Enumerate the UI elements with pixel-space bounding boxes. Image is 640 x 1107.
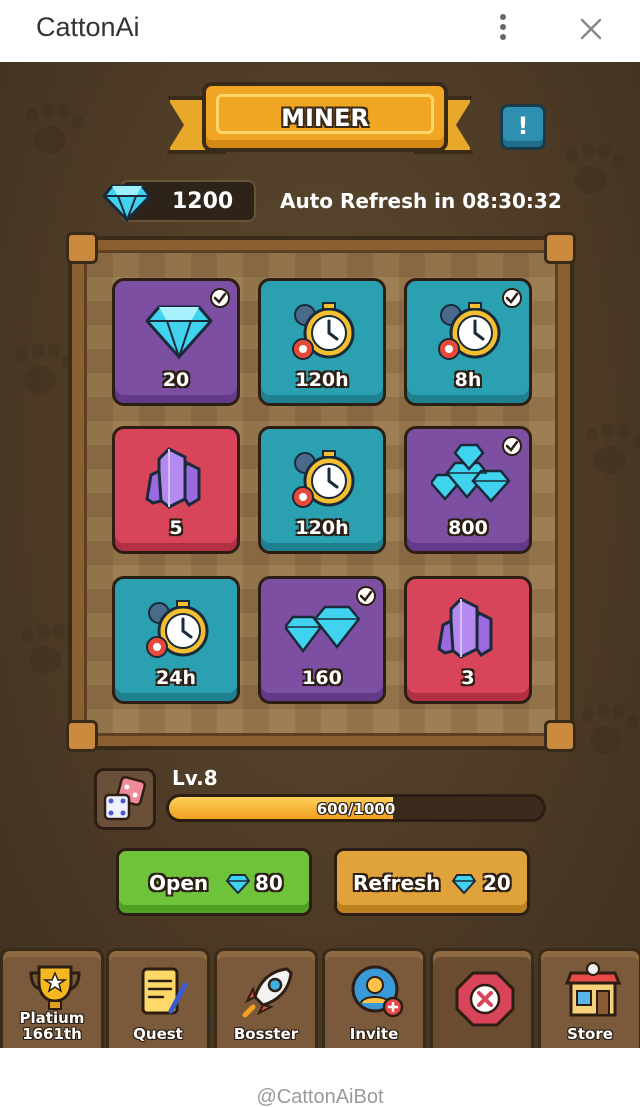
reward-label: 120h xyxy=(295,369,349,391)
reward-cell[interactable]: 120h xyxy=(258,278,386,406)
diamond-pair-icon xyxy=(285,605,361,654)
nav-close[interactable] xyxy=(430,948,534,1048)
reward-cell[interactable]: 24h xyxy=(112,576,240,704)
auto-refresh-timer: Auto Refresh in 08:30:32 xyxy=(280,189,562,213)
title-banner: MINER xyxy=(202,82,448,152)
board-corner xyxy=(66,720,98,752)
more-menu-icon[interactable] xyxy=(496,14,510,44)
open-button[interactable]: Open 80 xyxy=(116,848,312,916)
bot-handle: @CattonAiBot xyxy=(256,1086,384,1107)
nav-invite[interactable]: Invite xyxy=(322,948,426,1048)
reward-label: 5 xyxy=(169,517,183,539)
paw-pattern-icon xyxy=(15,622,75,682)
nav-label: Quest xyxy=(133,1025,183,1043)
stopwatch-icon xyxy=(292,450,355,508)
nav-label: Platium 1661th xyxy=(19,1009,85,1043)
crystal-icon xyxy=(437,597,493,659)
diamond-icon xyxy=(452,874,476,894)
board-corner xyxy=(544,232,576,264)
open-cost: 80 xyxy=(255,871,283,895)
page-title: MINER xyxy=(281,104,369,132)
paw-pattern-icon xyxy=(10,342,70,402)
refresh-button[interactable]: Refresh 20 xyxy=(334,848,530,916)
reward-cell[interactable]: 160 xyxy=(258,576,386,704)
reward-cell[interactable]: 5 xyxy=(112,426,240,554)
scroll-icon xyxy=(141,967,188,1015)
diamond-icon xyxy=(102,184,152,222)
reward-label: 24h xyxy=(156,667,196,689)
refresh-cost: 20 xyxy=(483,871,511,895)
reward-label: 120h xyxy=(295,517,349,539)
level-progress-text: 600/1000 xyxy=(316,800,396,818)
paw-pattern-icon xyxy=(575,702,635,762)
info-button[interactable]: ! xyxy=(500,104,546,150)
app-title: CattonAi xyxy=(36,12,140,42)
nav-label: Invite xyxy=(349,1025,399,1043)
board-corner xyxy=(66,232,98,264)
reward-cell[interactable]: 800 xyxy=(404,426,532,554)
reward-cell[interactable]: 20 xyxy=(112,278,240,406)
close-icon[interactable] xyxy=(576,14,606,44)
checkmark-icon xyxy=(210,288,230,308)
checkmark-icon xyxy=(356,586,376,606)
board-corner xyxy=(544,720,576,752)
stopwatch-icon xyxy=(292,302,355,360)
bottom-nav: Platium 1661th Quest Bosster Invite Stor… xyxy=(0,948,640,1048)
checkmark-icon xyxy=(502,288,522,308)
diamond-icon xyxy=(145,305,213,361)
open-button-label: Open xyxy=(149,871,209,895)
gem-count: 1200 xyxy=(172,189,234,214)
reward-cell[interactable]: 3 xyxy=(404,576,532,704)
footer: @CattonAiBot xyxy=(0,1048,640,1107)
crystal-icon xyxy=(145,447,201,509)
level-label: Lv.8 xyxy=(172,766,218,790)
nav-platium[interactable]: Platium 1661th xyxy=(0,948,104,1048)
dice-icon xyxy=(103,775,147,821)
checkmark-icon xyxy=(502,436,522,456)
paw-pattern-icon xyxy=(580,422,640,482)
reward-cell[interactable]: 8h xyxy=(404,278,532,406)
diamond-icon xyxy=(226,874,250,894)
invite-user-icon xyxy=(351,965,404,1018)
dice-button[interactable] xyxy=(94,768,156,830)
nav-label: Bosster xyxy=(233,1025,299,1043)
refresh-button-label: Refresh xyxy=(353,871,441,895)
reward-cell[interactable]: 120h xyxy=(258,426,386,554)
level-progress-bar: 600/1000 xyxy=(166,794,546,822)
reward-label: 3 xyxy=(461,667,475,689)
paw-pattern-icon xyxy=(560,142,620,202)
nav-label: Store xyxy=(567,1025,613,1043)
stopwatch-icon xyxy=(438,302,501,360)
reward-label: 800 xyxy=(448,517,488,539)
reward-label: 20 xyxy=(162,369,190,391)
reward-label: 160 xyxy=(302,667,342,689)
rocket-icon xyxy=(242,967,293,1018)
close-hexagon-icon xyxy=(455,971,515,1027)
nav-quest[interactable]: Quest xyxy=(106,948,210,1048)
stopwatch-icon xyxy=(146,600,209,658)
store-icon xyxy=(564,962,622,1017)
nav-bosster[interactable]: Bosster xyxy=(214,948,318,1048)
diamond-pile-icon xyxy=(431,443,511,503)
reward-label: 8h xyxy=(454,369,482,391)
nav-store[interactable]: Store xyxy=(538,948,640,1048)
app-header: CattonAi xyxy=(0,0,640,62)
paw-pattern-icon xyxy=(20,102,80,162)
